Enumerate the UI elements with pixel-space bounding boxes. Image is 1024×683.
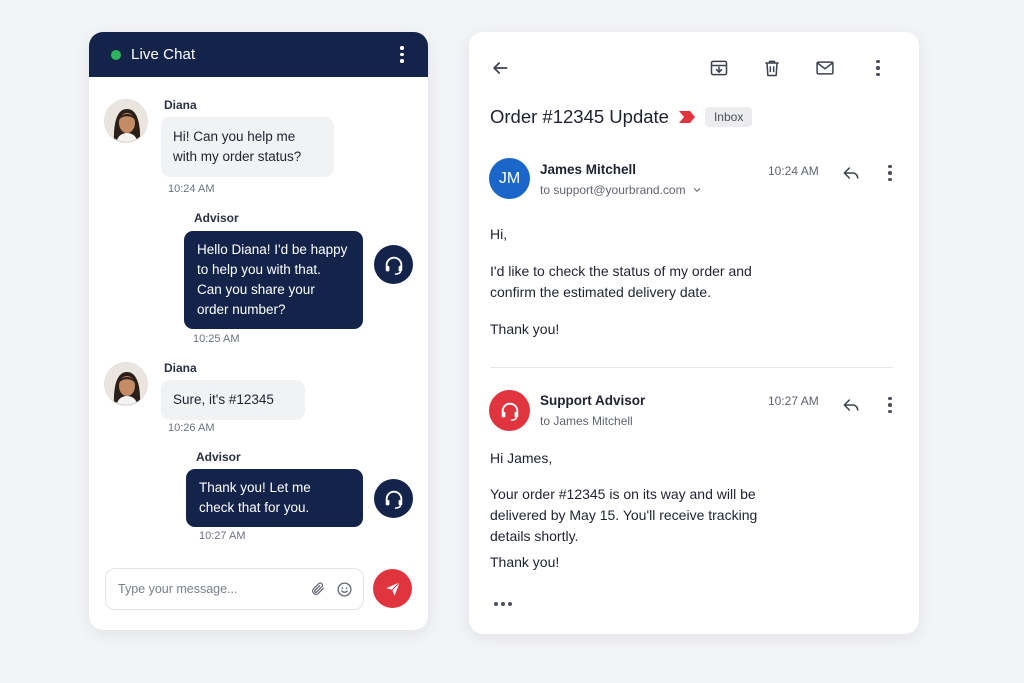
message-text-line: Hi! Can you help me (173, 129, 296, 144)
body-line: Hi James, (490, 450, 553, 466)
message-sender-name: Advisor (196, 450, 241, 464)
sender-avatar: JM (489, 158, 530, 199)
body-line: Your order #12345 is on its way and will… (490, 486, 756, 502)
body-line: Thank you! (490, 554, 560, 570)
message-text-line: Sure, it's #12345 (173, 392, 274, 407)
email-time: 10:27 AM (768, 394, 819, 408)
live-chat-panel: Live Chat Diana Hi! Can you help me with… (89, 32, 428, 630)
message-text-line: Thank you! Let me (199, 480, 311, 495)
message-timestamp: 10:24 AM (168, 183, 215, 195)
message-text-line: order number? (197, 302, 286, 317)
body-line: Hi, (490, 226, 508, 242)
more-vertical-icon[interactable] (865, 55, 891, 81)
email-body: Hi James, Your order #12345 is on its wa… (490, 448, 757, 573)
body-line: confirm the estimated delivery date. (490, 284, 711, 300)
body-line: Thank you! (490, 321, 560, 337)
smiley-icon[interactable] (335, 580, 353, 598)
support-avatar (489, 390, 530, 431)
customer-message-bubble: Sure, it's #12345 (161, 380, 305, 420)
body-line: I'd like to check the status of my order… (490, 263, 752, 279)
recipient-details: to James Mitchell (540, 414, 633, 428)
message-composer (105, 568, 364, 610)
message-sender-name: Diana (164, 361, 197, 375)
message-sender-name: Advisor (194, 211, 239, 225)
email-time: 10:24 AM (768, 164, 819, 178)
headset-icon (385, 256, 402, 275)
archive-icon[interactable] (706, 55, 732, 81)
important-marker-icon[interactable] (678, 111, 695, 123)
customer-avatar (104, 362, 148, 406)
online-status-icon (111, 49, 121, 60)
headset-icon (385, 490, 402, 509)
paperclip-icon[interactable] (309, 580, 327, 598)
customer-avatar (104, 99, 148, 143)
sender-name: James Mitchell (540, 162, 637, 177)
chat-more-icon[interactable] (396, 46, 408, 63)
message-text-line: Hello Diana! I'd be happy (197, 242, 348, 257)
message-timestamp: 10:25 AM (193, 333, 240, 345)
message-text-line: with my order status? (173, 149, 302, 164)
back-arrow-icon[interactable] (487, 55, 513, 81)
customer-message-bubble: Hi! Can you help me with my order status… (161, 117, 334, 177)
message-text-line: to help you with that. (197, 262, 321, 277)
email-panel: Order #12345 Update Inbox JM James Mitch… (469, 32, 919, 634)
recipient-details[interactable]: to support@yourbrand.com (540, 183, 702, 197)
email-subject: Order #12345 Update (490, 106, 669, 127)
chat-header: Live Chat (89, 32, 428, 77)
message-timestamp: 10:27 AM (199, 530, 246, 542)
advisor-message-bubble: Hello Diana! I'd be happy to help you wi… (184, 231, 363, 329)
trash-icon[interactable] (759, 55, 785, 81)
body-line: delivered by May 15. You'll receive trac… (490, 507, 758, 523)
sender-name: Support Advisor (540, 393, 646, 408)
reply-icon[interactable] (838, 392, 864, 418)
message-sender-name: Diana (164, 98, 197, 112)
email-subject-row: Order #12345 Update Inbox (490, 106, 753, 128)
body-line: details shortly. (490, 528, 579, 544)
advisor-avatar (374, 479, 413, 518)
recipient-text: to James Mitchell (540, 414, 633, 428)
reply-icon[interactable] (838, 160, 864, 186)
headset-icon (501, 402, 518, 421)
show-trimmed-content-icon[interactable] (494, 602, 512, 606)
mail-icon[interactable] (812, 55, 838, 81)
message-text-line: Can you share your (197, 282, 315, 297)
message-timestamp: 10:26 AM (168, 422, 215, 434)
chevron-down-icon (693, 187, 700, 192)
chat-title: Live Chat (131, 46, 196, 63)
inbox-label[interactable]: Inbox (704, 107, 753, 127)
message-input[interactable] (118, 582, 301, 596)
message-divider (490, 367, 893, 368)
advisor-message-bubble: Thank you! Let me check that for you. (186, 469, 363, 527)
message-text-line: check that for you. (199, 500, 310, 515)
message-more-icon[interactable] (877, 160, 903, 186)
message-more-icon[interactable] (877, 392, 903, 418)
email-body: Hi, I'd like to check the status of my o… (490, 224, 752, 340)
advisor-avatar (374, 245, 413, 284)
recipient-text: to support@yourbrand.com (540, 183, 686, 197)
send-plane-icon (385, 581, 400, 596)
send-button[interactable] (373, 569, 412, 608)
